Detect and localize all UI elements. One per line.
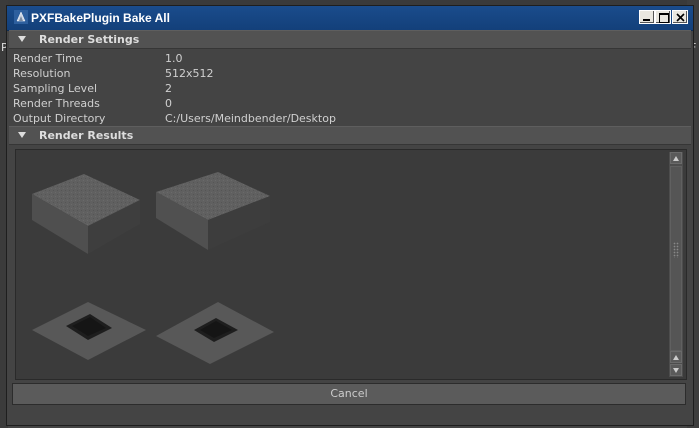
setting-value: 0: [165, 97, 172, 110]
render-results-title: Render Results: [39, 129, 134, 142]
render-thumbnail[interactable]: [152, 168, 276, 266]
setting-row: Resolution 512x512: [13, 67, 683, 82]
setting-row: Render Threads 0: [13, 97, 683, 112]
arrow-up-icon: [673, 355, 679, 360]
setting-row: Sampling Level 2: [13, 82, 683, 97]
arrow-down-icon: [673, 368, 679, 373]
setting-value: 2: [165, 82, 172, 95]
window-title: PXFBakePlugin Bake All: [31, 11, 170, 25]
grip-icon: [673, 242, 679, 258]
setting-label: Render Time: [13, 52, 83, 65]
setting-value: 1.0: [165, 52, 183, 65]
maximize-button[interactable]: [655, 10, 671, 24]
setting-row: Output Directory C:/Users/Meindbender/De…: [13, 112, 683, 127]
collapse-triangle-icon[interactable]: [18, 36, 26, 42]
bake-window: PXFBakePlugin Bake All Render Settings R…: [6, 5, 694, 426]
scroll-thumb[interactable]: [670, 166, 682, 351]
maximize-icon: [659, 13, 669, 23]
setting-label: Render Threads: [13, 97, 100, 110]
render-thumbnail[interactable]: [152, 290, 276, 378]
render-settings-header[interactable]: Render Settings: [9, 30, 691, 49]
scroll-up-button[interactable]: [670, 152, 682, 164]
render-results-panel: [15, 149, 687, 380]
collapse-triangle-icon[interactable]: [18, 132, 26, 138]
results-scrollbar[interactable]: [669, 152, 683, 377]
arrow-up-icon: [673, 156, 679, 161]
setting-label: Output Directory: [13, 112, 106, 125]
render-settings-list: Render Time 1.0 Resolution 512x512 Sampl…: [9, 50, 691, 128]
scroll-down-button[interactable]: [670, 364, 682, 376]
close-icon: [676, 13, 685, 22]
minimize-button[interactable]: [639, 10, 655, 24]
render-thumbnail[interactable]: [28, 290, 152, 378]
app-icon: [14, 10, 28, 24]
minimize-icon: [643, 19, 650, 21]
render-settings-title: Render Settings: [39, 33, 140, 46]
title-bar[interactable]: PXFBakePlugin Bake All: [7, 6, 693, 31]
setting-value: 512x512: [165, 67, 214, 80]
scroll-up-button-lower[interactable]: [670, 351, 682, 363]
setting-row: Render Time 1.0: [13, 52, 683, 67]
setting-value: C:/Users/Meindbender/Desktop: [165, 112, 336, 125]
render-results-header[interactable]: Render Results: [9, 126, 691, 145]
cancel-button[interactable]: Cancel: [12, 383, 686, 405]
setting-label: Resolution: [13, 67, 71, 80]
render-thumbnail[interactable]: [28, 168, 152, 266]
close-button[interactable]: [672, 10, 688, 24]
setting-label: Sampling Level: [13, 82, 98, 95]
